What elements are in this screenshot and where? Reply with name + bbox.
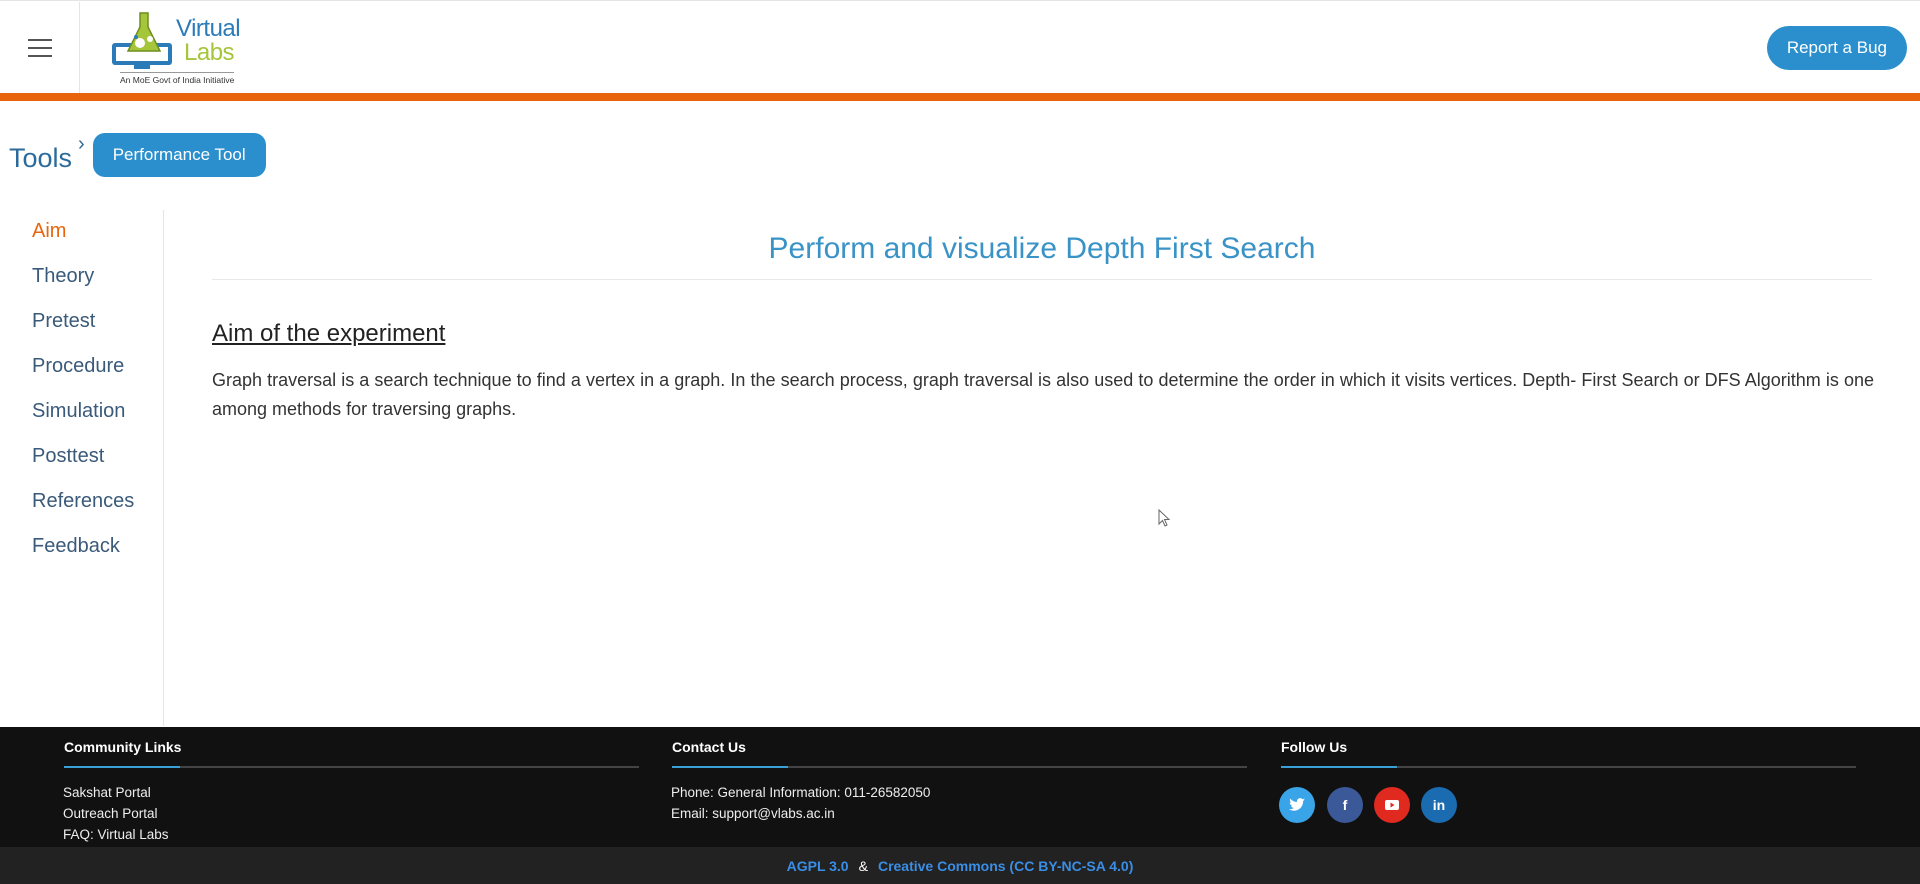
footer-divider-accent: [672, 766, 788, 768]
twitter-icon[interactable]: [1279, 787, 1315, 823]
footer-link-sakshat[interactable]: Sakshat Portal: [63, 785, 151, 800]
footer-link-faq[interactable]: FAQ: Virtual Labs: [63, 827, 169, 842]
license-separator: &: [858, 857, 868, 874]
menu-toggle-button[interactable]: [0, 2, 80, 94]
license-bar: AGPL 3.0 & Creative Commons (CC BY-NC-SA…: [0, 847, 1920, 884]
footer-email[interactable]: Email: support@vlabs.ac.in: [671, 806, 835, 821]
title-divider: [212, 279, 1872, 280]
page-title: Perform and visualize Depth First Search: [768, 232, 1316, 265]
logo-flask-icon: [112, 12, 172, 69]
creative-commons-link[interactable]: Creative Commons (CC BY-NC-SA 4.0): [878, 858, 1133, 874]
breadcrumb-tools-link[interactable]: Tools: [9, 143, 72, 174]
site-header: Virtual Labs An MoE Govt of India Initia…: [0, 0, 1920, 94]
sidebar-nav: Aim Theory Pretest Procedure Simulation …: [0, 210, 164, 726]
footer-community-heading: Community Links: [64, 739, 182, 755]
breadcrumb: Tools › Performance Tool: [9, 133, 266, 177]
aim-description: Graph traversal is a search technique to…: [212, 370, 1874, 419]
youtube-icon[interactable]: [1374, 787, 1410, 823]
virtual-labs-logo[interactable]: Virtual Labs An MoE Govt of India Initia…: [110, 7, 260, 87]
logo-tagline: An MoE Govt of India Initiative: [120, 72, 235, 85]
mouse-cursor-icon: [1158, 509, 1171, 527]
footer-contact-heading: Contact Us: [672, 739, 746, 755]
logo-text-labs: Labs: [184, 39, 235, 66]
footer-follow-heading: Follow Us: [1281, 739, 1348, 755]
sidebar-item-pretest[interactable]: Pretest: [32, 310, 95, 333]
agpl-license-link[interactable]: AGPL 3.0: [787, 858, 849, 874]
report-bug-button[interactable]: Report a Bug: [1766, 26, 1907, 70]
site-footer: Community Links Sakshat Portal Outreach …: [0, 727, 1920, 847]
header-accent-bar: [0, 93, 1920, 101]
sidebar-item-simulation[interactable]: Simulation: [32, 400, 125, 423]
footer-divider-accent: [64, 766, 180, 768]
chevron-right-icon: ›: [78, 133, 85, 155]
sidebar-item-theory[interactable]: Theory: [32, 265, 94, 288]
hamburger-icon: [27, 36, 52, 60]
performance-tool-button[interactable]: Performance Tool: [92, 133, 266, 177]
sidebar-item-posttest[interactable]: Posttest: [32, 445, 104, 468]
footer-link-outreach[interactable]: Outreach Portal: [63, 806, 158, 821]
sidebar-item-procedure[interactable]: Procedure: [32, 355, 124, 378]
linkedin-icon[interactable]: in: [1421, 787, 1457, 823]
sidebar-item-feedback[interactable]: Feedback: [32, 535, 120, 558]
footer-phone: Phone: General Information: 011-26582050: [671, 785, 931, 800]
sidebar-item-references[interactable]: References: [32, 490, 134, 513]
section-heading: Aim of the experiment: [212, 320, 446, 347]
facebook-icon[interactable]: f: [1327, 787, 1363, 823]
sidebar-item-aim[interactable]: Aim: [32, 220, 66, 243]
footer-divider-accent: [1281, 766, 1397, 768]
